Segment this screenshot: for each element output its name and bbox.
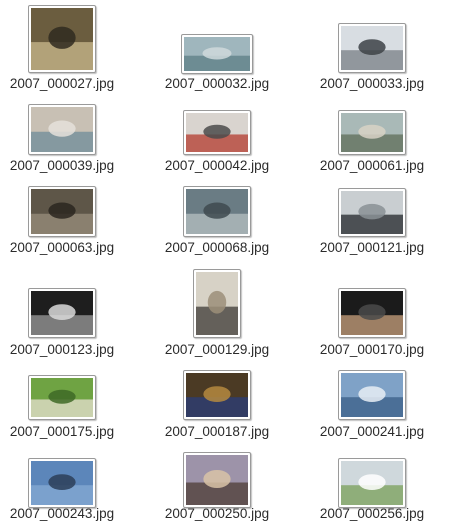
photo-man-dark-thumbnail[interactable] bbox=[338, 288, 406, 338]
photo-cyclists-thumbnail[interactable] bbox=[193, 269, 241, 338]
file-name-label: 2007_000061.jpg bbox=[319, 158, 425, 173]
file-name-label: 2007_000170.jpg bbox=[319, 342, 425, 357]
file-name-label: 2007_000123.jpg bbox=[9, 342, 115, 357]
photo-airplane-runway-thumbnail[interactable] bbox=[338, 23, 406, 73]
photo-train-thumbnail[interactable] bbox=[183, 110, 251, 155]
file-name-label: 2007_000187.jpg bbox=[164, 424, 270, 439]
file-name-label: 2007_000068.jpg bbox=[164, 240, 270, 255]
file-name-label: 2007_000243.jpg bbox=[9, 506, 115, 521]
file-name-label: 2007_000121.jpg bbox=[319, 240, 425, 255]
file-icon-grid: 2007_000027.jpg 2007_000032.jpg 2007_00003… bbox=[0, 0, 450, 527]
file-name-label: 2007_000129.jpg bbox=[164, 342, 270, 357]
file-name-label: 2007_000027.jpg bbox=[9, 76, 115, 91]
photo-lamb-grass-thumbnail[interactable] bbox=[28, 375, 96, 420]
photo-boat-sea-thumbnail[interactable] bbox=[338, 370, 406, 420]
photo-dog-basket-thumbnail[interactable] bbox=[28, 186, 96, 237]
photo-person-walking-thumbnail[interactable] bbox=[28, 5, 96, 73]
photo-plane-sky-thumbnail[interactable] bbox=[28, 458, 96, 508]
photo-bird-stairs-thumbnail[interactable] bbox=[183, 186, 251, 237]
photo-two-monitors-thumbnail[interactable] bbox=[338, 188, 406, 237]
file-name-label: 2007_000032.jpg bbox=[164, 76, 270, 91]
file-name-label: 2007_000042.jpg bbox=[164, 158, 270, 173]
photo-computer-desk-thumbnail[interactable] bbox=[183, 370, 251, 420]
file-name-label: 2007_000256.jpg bbox=[319, 506, 425, 521]
photo-boat-harbor-thumbnail[interactable] bbox=[338, 110, 406, 155]
file-name-label: 2007_000063.jpg bbox=[9, 240, 115, 255]
photo-candles-bottle-thumbnail[interactable] bbox=[183, 452, 251, 508]
file-name-label: 2007_000241.jpg bbox=[319, 424, 425, 439]
file-name-label: 2007_000250.jpg bbox=[164, 506, 270, 521]
file-name-label: 2007_000039.jpg bbox=[9, 158, 115, 173]
file-name-label: 2007_000033.jpg bbox=[319, 76, 425, 91]
photo-airplane-grass-thumbnail[interactable] bbox=[338, 458, 406, 508]
photo-train-station-thumbnail[interactable] bbox=[28, 288, 96, 338]
photo-computer-monitor-thumbnail[interactable] bbox=[28, 104, 96, 155]
file-name-label: 2007_000175.jpg bbox=[9, 424, 115, 439]
photo-airplane-sky-thumbnail[interactable] bbox=[181, 34, 253, 74]
